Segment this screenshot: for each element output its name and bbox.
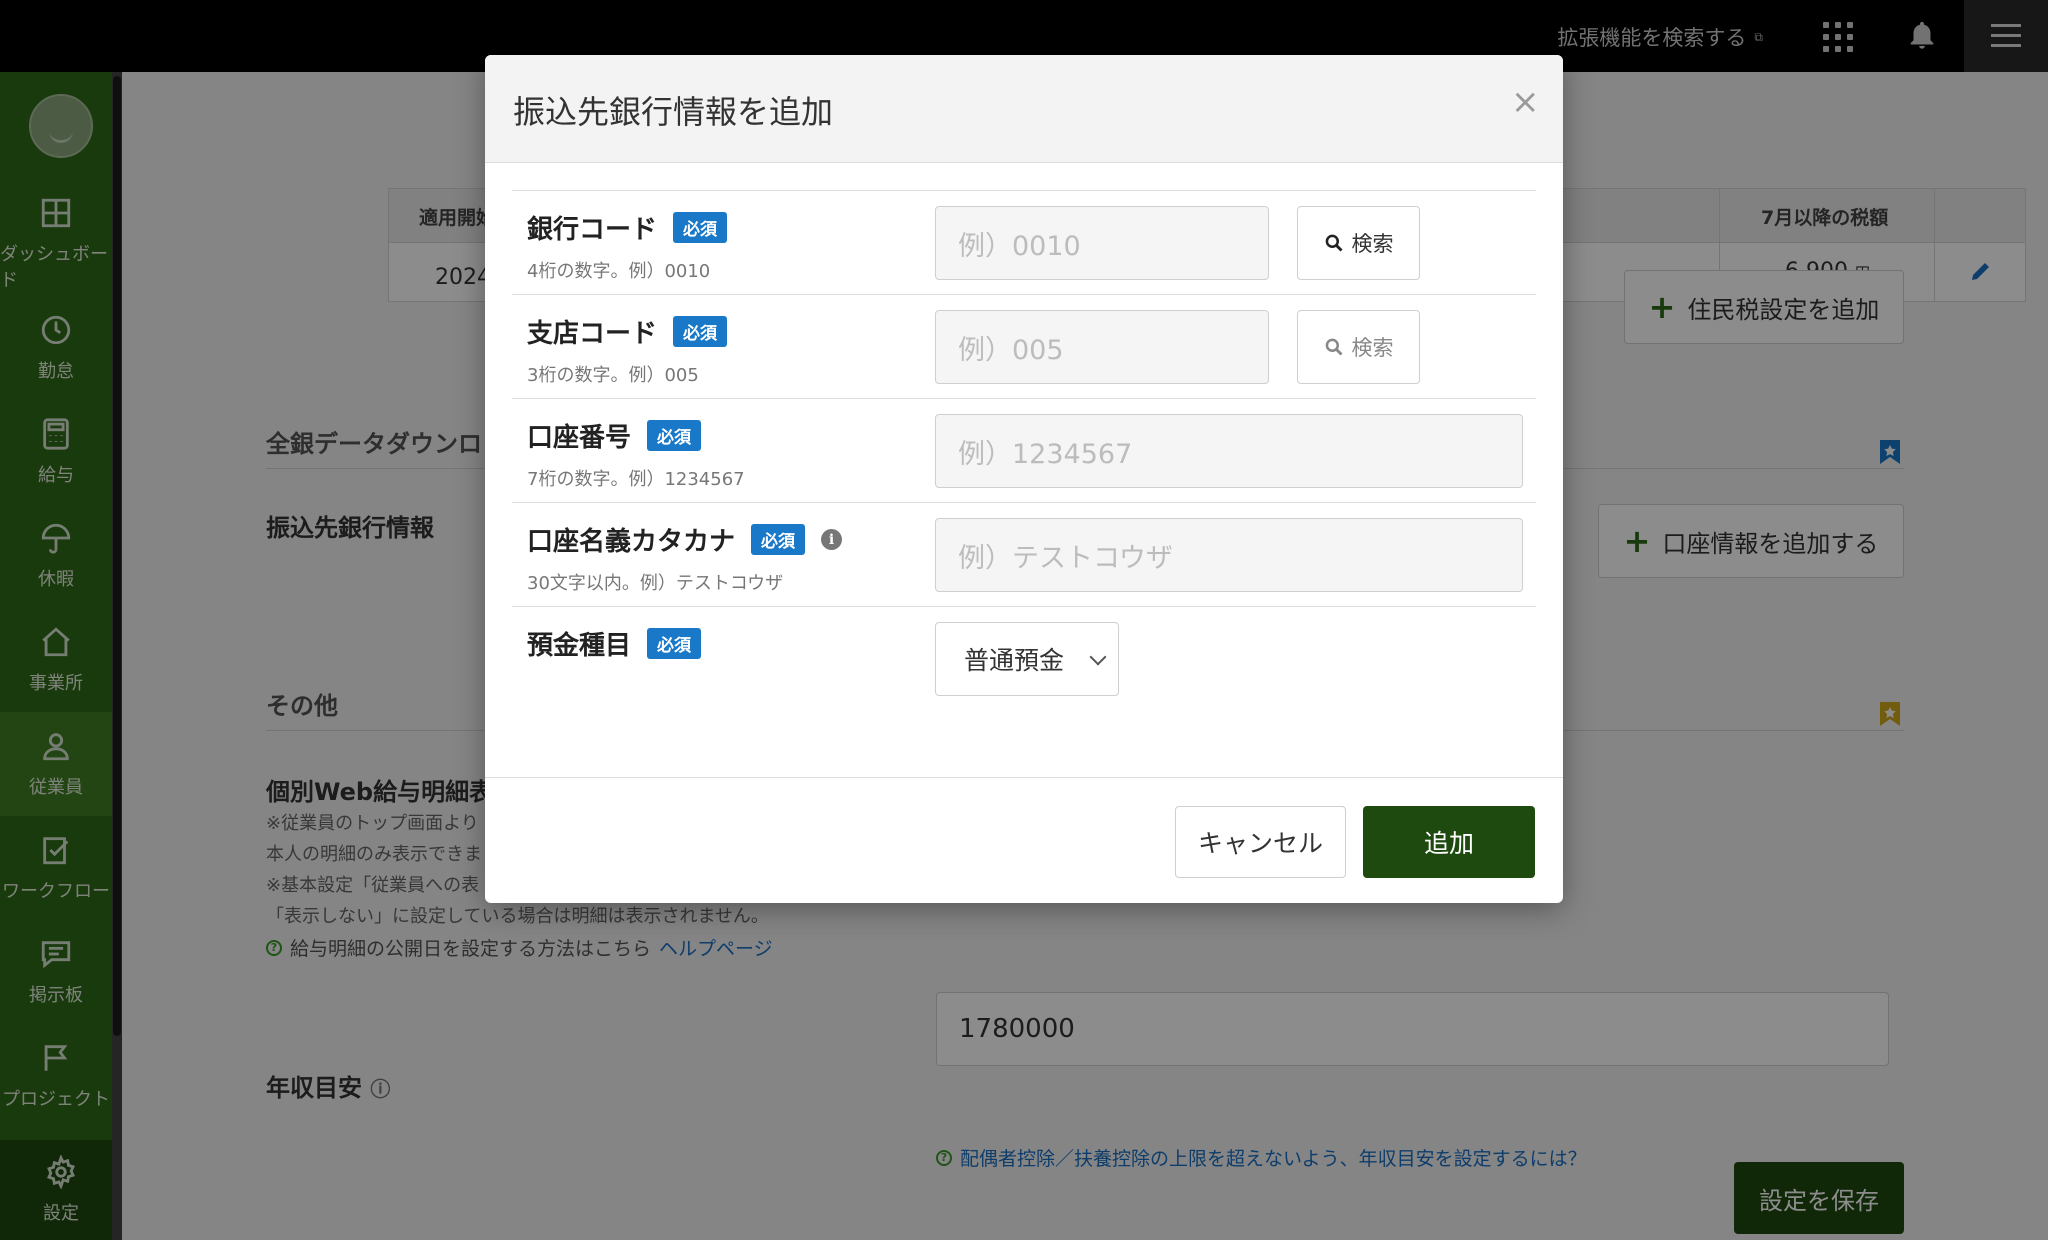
required-badge: 必須 — [647, 628, 702, 659]
info-icon[interactable]: i — [821, 529, 843, 550]
branch-code-row: 支店コード 必須 3桁の数字。例）005 例）005 検索 — [512, 294, 1536, 398]
add-button[interactable]: 追加 — [1363, 806, 1535, 878]
required-badge: 必須 — [751, 524, 806, 555]
account-number-hint: 7桁の数字。例）1234567 — [527, 469, 745, 490]
chevron-down-icon — [1089, 648, 1107, 666]
bank-code-row: 銀行コード 必須 4桁の数字。例）0010 例）0010 検索 — [512, 190, 1536, 294]
deposit-type-select[interactable]: 普通預金 — [935, 622, 1119, 696]
modal-header: 振込先銀行情報を追加 × — [485, 55, 1563, 163]
account-holder-row: 口座名義カタカナ 必須 i 30文字以内。例）テストコウザ 例）テストコウザ — [512, 502, 1536, 606]
account-holder-hint: 30文字以内。例）テストコウザ — [527, 573, 784, 594]
required-badge: 必須 — [673, 212, 728, 243]
close-icon[interactable]: × — [1511, 85, 1540, 119]
search-icon — [1325, 234, 1343, 252]
bank-code-label: 銀行コード — [527, 215, 658, 245]
search-icon — [1325, 338, 1343, 356]
required-badge: 必須 — [647, 420, 702, 451]
branch-code-input[interactable]: 例）005 — [935, 310, 1269, 384]
cancel-button[interactable]: キャンセル — [1175, 806, 1346, 878]
add-bank-info-modal: 振込先銀行情報を追加 × 銀行コード 必須 4桁の数字。例）0010 例）001… — [485, 55, 1563, 903]
branch-search-button[interactable]: 検索 — [1297, 310, 1420, 384]
account-holder-input[interactable]: 例）テストコウザ — [935, 518, 1523, 592]
modal-footer: キャンセル 追加 — [485, 777, 1563, 903]
deposit-type-row: 預金種目 必須 普通預金 — [512, 606, 1536, 710]
account-number-input[interactable]: 例）1234567 — [935, 414, 1523, 488]
modal-title: 振込先銀行情報を追加 — [513, 93, 834, 131]
account-number-label: 口座番号 — [527, 423, 632, 453]
bank-code-hint: 4桁の数字。例）0010 — [527, 261, 711, 282]
deposit-type-label: 預金種目 — [527, 631, 632, 661]
branch-code-label: 支店コード — [527, 319, 658, 349]
account-holder-label: 口座名義カタカナ — [527, 527, 736, 557]
bank-search-button[interactable]: 検索 — [1297, 206, 1420, 280]
bank-code-input[interactable]: 例）0010 — [935, 206, 1269, 280]
branch-code-hint: 3桁の数字。例）005 — [527, 365, 699, 386]
account-number-row: 口座番号 必須 7桁の数字。例）1234567 例）1234567 — [512, 398, 1536, 502]
required-badge: 必須 — [673, 316, 728, 347]
